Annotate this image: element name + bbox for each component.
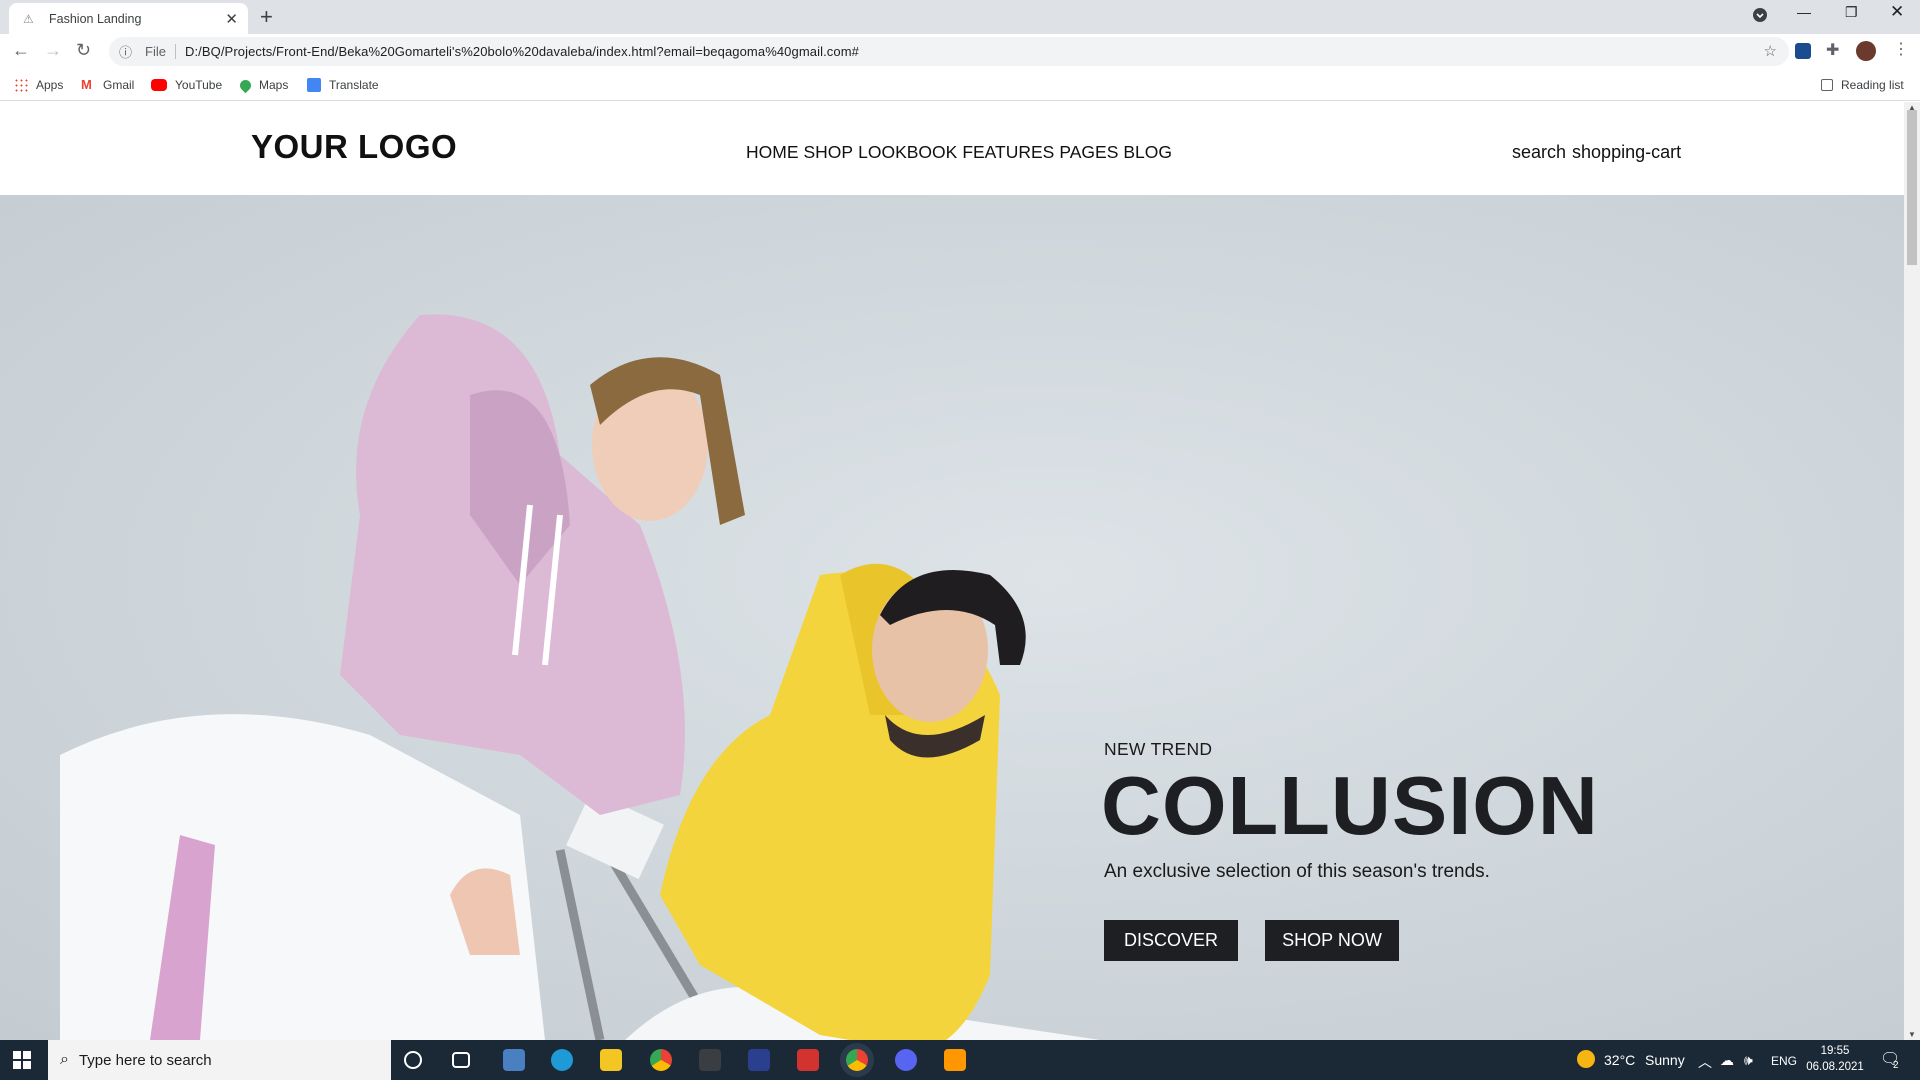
man-figure xyxy=(620,563,1100,1040)
page-scrollbar[interactable]: ▲ ▼ xyxy=(1904,102,1920,1040)
volume-icon[interactable]: 🕪 xyxy=(1744,1052,1753,1069)
window-close-icon[interactable]: ✕ xyxy=(1890,2,1904,22)
discover-button[interactable]: DISCOVER xyxy=(1104,920,1238,961)
bookmark-translate[interactable]: Translate xyxy=(307,78,379,92)
header-actions: search shopping-cart xyxy=(1512,142,1681,163)
nav-features[interactable]: FEATURES xyxy=(962,142,1054,163)
windows-start-icon[interactable] xyxy=(13,1051,31,1069)
maps-pin-icon xyxy=(237,77,254,93)
apps-grid-icon xyxy=(14,78,28,92)
back-icon[interactable]: ← xyxy=(12,40,30,61)
shop-now-button[interactable]: SHOP NOW xyxy=(1265,920,1399,961)
profile-avatar[interactable] xyxy=(1856,41,1876,61)
reading-list[interactable]: Reading list xyxy=(1821,78,1904,92)
search-link[interactable]: search xyxy=(1512,142,1566,163)
gmail-icon: M xyxy=(81,77,92,92)
taskbar-search[interactable]: ⌕ Type here to search xyxy=(48,1040,391,1080)
page-viewport: YOUR LOGO HOME SHOP LOOKBOOK FEATURES PA… xyxy=(0,102,1904,1040)
calculator-icon[interactable] xyxy=(503,1049,525,1071)
shopping-cart-link[interactable]: shopping-cart xyxy=(1572,142,1681,163)
site-header: YOUR LOGO HOME SHOP LOOKBOOK FEATURES PA… xyxy=(0,102,1904,195)
inkscape-icon[interactable] xyxy=(699,1049,721,1071)
nav-blog[interactable]: BLOG xyxy=(1123,142,1172,163)
new-tab-button[interactable]: + xyxy=(260,4,273,30)
weather-desc[interactable]: Sunny xyxy=(1645,1052,1685,1068)
hero-eyebrow: NEW TREND xyxy=(1104,739,1213,759)
address-bar[interactable]: ⓘ File D:/BQ/Projects/Front-End/Beka%20G… xyxy=(109,37,1789,66)
bookmark-label: YouTube xyxy=(175,78,223,92)
scroll-thumb[interactable] xyxy=(1907,110,1917,265)
app-red-icon[interactable] xyxy=(797,1049,819,1071)
site-logo[interactable]: YOUR LOGO xyxy=(251,128,457,166)
edge-icon[interactable] xyxy=(551,1049,573,1071)
bookmark-youtube[interactable]: YouTube xyxy=(151,78,222,92)
url-text[interactable]: D:/BQ/Projects/Front-End/Beka%20Gomartel… xyxy=(185,44,859,59)
weather-sun-icon[interactable] xyxy=(1577,1050,1595,1068)
chrome-active-icon[interactable] xyxy=(846,1049,868,1071)
bookmark-maps[interactable]: Maps xyxy=(237,77,289,93)
system-clock[interactable]: 19:55 06.08.2021 xyxy=(1800,1043,1870,1075)
main-nav: HOME SHOP LOOKBOOK FEATURES PAGES BLOG xyxy=(746,142,1172,163)
restore-icon[interactable]: ❐ xyxy=(1845,4,1858,21)
chrome-icon[interactable] xyxy=(650,1049,672,1071)
clock-date: 06.08.2021 xyxy=(1806,1061,1864,1073)
nav-home[interactable]: HOME xyxy=(746,142,799,163)
sublime-text-icon[interactable] xyxy=(944,1049,966,1071)
browser-toolbar: ← → ↻ ⓘ File D:/BQ/Projects/Front-End/Be… xyxy=(0,34,1920,69)
chrome-menu-icon[interactable]: ⋮ xyxy=(1893,39,1909,58)
tab-title: Fashion Landing xyxy=(49,11,142,26)
scroll-down-icon[interactable]: ▼ xyxy=(1908,1030,1916,1039)
minimize-icon[interactable]: — xyxy=(1797,4,1811,20)
hero-section: NEW TREND COLLUSION An exclusive selecti… xyxy=(0,195,1904,1040)
search-icon: ⌕ xyxy=(60,1051,69,1068)
hero-subtitle: An exclusive selection of this season's … xyxy=(1104,861,1490,882)
forward-icon[interactable]: → xyxy=(44,40,62,61)
bookmark-apps[interactable]: Apps xyxy=(14,78,63,92)
close-tab-icon[interactable]: ✕ xyxy=(225,10,238,28)
file-label: File xyxy=(145,44,176,59)
extension-download-icon[interactable] xyxy=(1795,43,1811,59)
reading-list-label: Reading list xyxy=(1841,78,1904,92)
language-indicator[interactable]: ENG xyxy=(1771,1054,1797,1068)
nav-pages[interactable]: PAGES xyxy=(1059,142,1118,163)
nav-shop[interactable]: SHOP xyxy=(804,142,854,163)
cortana-icon[interactable] xyxy=(404,1051,422,1069)
bookmark-label: Gmail xyxy=(103,78,135,92)
reload-icon[interactable]: ↻ xyxy=(76,40,91,61)
woman-figure xyxy=(60,314,745,1040)
tab-search-icon[interactable] xyxy=(1752,7,1768,26)
hero-title: COLLUSION xyxy=(1101,759,1599,852)
show-hidden-icons-icon[interactable]: ︿ xyxy=(1698,1052,1712,1072)
bookmarks-bar: Apps M Gmail YouTube Maps Translate Read… xyxy=(0,69,1920,101)
bookmark-label: Translate xyxy=(329,78,379,92)
translate-icon xyxy=(307,78,321,92)
onedrive-icon[interactable]: ☁ xyxy=(1720,1052,1734,1069)
bookmark-gmail[interactable]: M Gmail xyxy=(81,77,135,93)
file-explorer-icon[interactable] xyxy=(600,1049,622,1071)
bookmark-label: Apps xyxy=(36,78,64,92)
task-view-icon[interactable] xyxy=(452,1052,470,1068)
bookmark-star-icon[interactable]: ☆ xyxy=(1764,42,1777,60)
extensions-puzzle-icon[interactable]: ✚ xyxy=(1826,40,1842,59)
discord-icon[interactable] xyxy=(895,1049,917,1071)
clock-time: 19:55 xyxy=(1820,1045,1850,1057)
weather-temp[interactable]: 32°C xyxy=(1604,1052,1635,1068)
site-info-icon[interactable]: ⓘ xyxy=(119,42,137,61)
youtube-icon xyxy=(151,79,167,91)
browser-tabstrip: ⚠ Fashion Landing ✕ + — ❐ ✕ xyxy=(0,0,1920,34)
hero-image xyxy=(60,314,1100,1040)
windows-taskbar: ⌕ Type here to search 32°C Sunny ︿ ☁ 🕪 E… xyxy=(0,1040,1920,1080)
app-a-icon[interactable] xyxy=(748,1049,770,1071)
taskbar-search-placeholder: Type here to search xyxy=(78,1051,212,1069)
notification-count: 2 xyxy=(1893,1060,1899,1071)
page-favicon-icon: ⚠ xyxy=(23,11,34,26)
nav-lookbook[interactable]: LOOKBOOK xyxy=(858,142,957,163)
reading-list-icon xyxy=(1821,79,1833,91)
browser-tab[interactable]: ⚠ Fashion Landing ✕ xyxy=(9,3,248,34)
bookmark-label: Maps xyxy=(259,78,289,92)
